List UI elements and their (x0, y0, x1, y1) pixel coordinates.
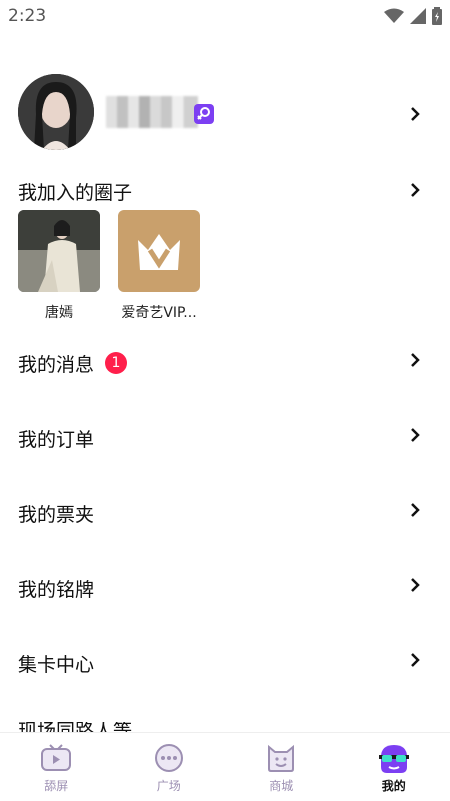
bottom-nav: 舔屏 广场 商城 我的 (0, 732, 450, 801)
menu-item-messages[interactable]: 我的消息 1 (0, 342, 450, 382)
chevron-right-icon[interactable] (410, 353, 420, 367)
nav-label: 舔屏 (0, 777, 113, 794)
menu-item-badges[interactable]: 我的铭牌 (0, 567, 450, 607)
menu-item-card-center[interactable]: 集卡中心 (0, 642, 450, 682)
menu-item-label: 我的铭牌 (18, 575, 94, 602)
circle-thumb-iqiyi-vip[interactable] (118, 210, 200, 292)
avatar-photo (18, 74, 94, 150)
circle-item-iqiyi-vip[interactable]: 爱奇艺VIP... (118, 210, 200, 322)
avatar-glasses-icon (377, 743, 411, 775)
chevron-right-icon[interactable] (410, 107, 420, 121)
circles-list: 唐嫣 爱奇艺VIP... (18, 210, 200, 322)
menu-item-orders[interactable]: 我的订单 (0, 417, 450, 457)
nav-tab-square[interactable]: 广场 (113, 733, 226, 801)
chat-bubble-icon (153, 743, 185, 773)
nav-label: 商城 (225, 777, 338, 794)
chevron-right-icon[interactable] (410, 578, 420, 592)
nav-tab-mine[interactable]: 我的 (338, 733, 450, 801)
menu-item-label: 集卡中心 (18, 650, 94, 677)
wifi-icon (384, 8, 404, 24)
menu-item-label: 我的订单 (18, 425, 94, 452)
chevron-right-icon[interactable] (410, 653, 420, 667)
status-time: 2:23 (8, 6, 46, 26)
username-blurred (106, 96, 198, 128)
nav-label: 广场 (113, 777, 226, 794)
menu-item-partial[interactable]: 现场同路人等 (18, 722, 218, 732)
nav-tab-tianping[interactable]: 舔屏 (0, 733, 113, 801)
circles-section-title: 我加入的圈子 (18, 178, 132, 205)
smile-bag-icon (265, 743, 297, 773)
status-icons (384, 6, 442, 26)
battery-icon (432, 7, 442, 25)
circle-thumb-tangyan[interactable] (18, 210, 100, 292)
avatar[interactable] (18, 74, 94, 150)
menu-item-label: 现场同路人等 (18, 722, 132, 732)
menu-item-tickets[interactable]: 我的票夹 (0, 492, 450, 532)
profile-header[interactable] (0, 74, 450, 154)
circle-name: 爱奇艺VIP... (118, 302, 200, 322)
circle-item-tangyan[interactable]: 唐嫣 (18, 210, 100, 322)
status-bar: 2:23 (0, 0, 450, 32)
chevron-right-icon[interactable] (410, 503, 420, 517)
chevron-right-icon[interactable] (410, 183, 420, 197)
tv-icon (40, 743, 72, 773)
nav-label: 我的 (338, 777, 450, 794)
signal-icon (410, 8, 426, 24)
nav-tab-mall[interactable]: 商城 (225, 733, 338, 801)
menu-item-label: 我的票夹 (18, 500, 94, 527)
unread-count-badge: 1 (105, 352, 127, 374)
chevron-right-icon[interactable] (410, 428, 420, 442)
menu-item-label: 我的消息 (18, 350, 94, 377)
female-icon (194, 104, 214, 124)
circles-section-header[interactable]: 我加入的圈子 (0, 170, 450, 210)
circle-name: 唐嫣 (18, 302, 100, 322)
